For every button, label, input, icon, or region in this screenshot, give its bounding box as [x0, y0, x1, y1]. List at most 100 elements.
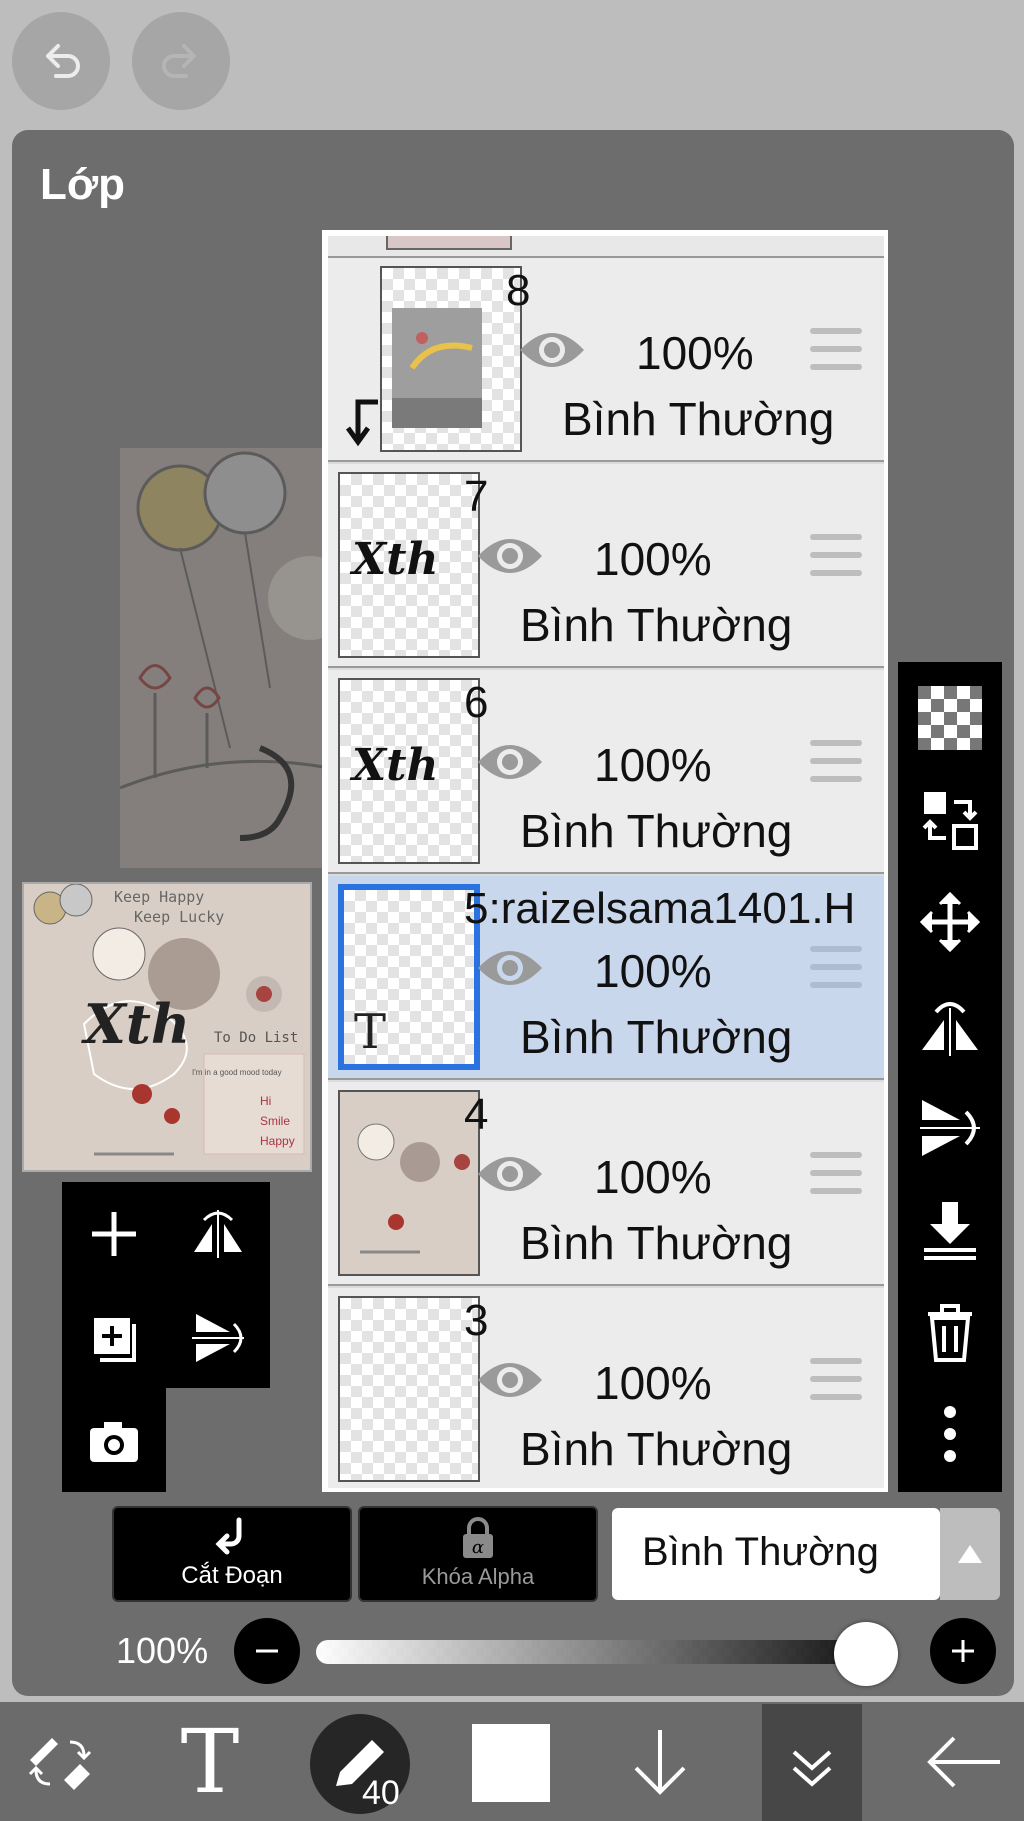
canvas-preview: [120, 448, 330, 868]
clip-arrow-icon: [215, 1517, 242, 1555]
visibility-eye-icon[interactable]: [474, 1152, 546, 1196]
layer-row[interactable]: 4 100% Bình Thường: [328, 1082, 884, 1286]
svg-text:α: α: [472, 1537, 484, 1558]
checkerboard-icon: [918, 686, 982, 750]
layer-blend-mode: Bình Thường: [520, 1423, 793, 1475]
layer-thumbnail[interactable]: [338, 1296, 480, 1482]
merge-down-icon: [924, 1202, 976, 1260]
color-swatch-button[interactable]: [472, 1724, 550, 1802]
flip-vertical-button[interactable]: [176, 1296, 260, 1380]
move-arrows-icon: [919, 891, 981, 953]
delete-layer-button[interactable]: [916, 1298, 984, 1366]
swap-layers-button[interactable]: [916, 786, 984, 854]
drag-handle-icon[interactable]: [810, 328, 862, 370]
layer-blend-mode: Bình Thường: [520, 599, 793, 651]
layer-thumbnail[interactable]: Xth: [338, 472, 480, 658]
blend-mode-select[interactable]: Bình Thường: [612, 1508, 940, 1600]
text-tool-button[interactable]: T: [150, 1702, 270, 1821]
right-toolbar: [898, 662, 1002, 1492]
visibility-eye-icon[interactable]: [474, 946, 546, 990]
flip-vertical-icon: [192, 1314, 244, 1362]
visibility-eye-icon[interactable]: [474, 534, 546, 578]
more-options-button[interactable]: [916, 1400, 984, 1468]
layer-thumbnail[interactable]: T: [338, 884, 480, 1070]
flip-horizontal-right-button[interactable]: [916, 992, 984, 1060]
flip-horizontal-button[interactable]: [176, 1192, 260, 1276]
layer-opacity: 100%: [594, 1357, 712, 1409]
layer-opacity: 100%: [594, 1151, 712, 1203]
layers-button-active[interactable]: [762, 1704, 862, 1821]
arrow-left-icon: [927, 1736, 1000, 1787]
layer-row[interactable]: 3 100% Bình Thường: [328, 1288, 884, 1488]
thumb-item-2: Smile: [260, 1114, 291, 1128]
blend-mode-dropdown-button[interactable]: [940, 1508, 1000, 1600]
redo-arrow-icon: [162, 44, 196, 78]
layer-thumbnail[interactable]: [338, 1090, 480, 1276]
thumb-text-keep-happy: Keep Happy: [114, 888, 205, 906]
flip-horizontal-icon: [194, 1210, 242, 1258]
triangle-up-icon: [958, 1545, 982, 1563]
text-tool-icon: T: [181, 1720, 240, 1804]
back-button[interactable]: [904, 1702, 1024, 1821]
plus-icon: [952, 1640, 974, 1662]
plus-icon: [92, 1212, 136, 1256]
thumb-text-mood: I'm in a good mood today: [192, 1068, 282, 1077]
alpha-lock-button[interactable]: α Khóa Alpha: [358, 1506, 598, 1602]
drag-handle-icon[interactable]: [810, 740, 862, 782]
flip-vertical-icon: [920, 1100, 980, 1156]
thumb-item-3: Happy: [260, 1134, 295, 1148]
redo-button[interactable]: [132, 12, 230, 110]
arrow-down-icon: [634, 1729, 686, 1795]
flip-vertical-right-button[interactable]: [916, 1094, 984, 1162]
layer-name: 6: [464, 678, 489, 727]
opacity-slider-knob[interactable]: [834, 1622, 898, 1686]
transparency-button[interactable]: [916, 684, 984, 752]
add-layer-button[interactable]: [72, 1192, 156, 1276]
opacity-slider[interactable]: [316, 1640, 886, 1664]
canvas-thumbnail[interactable]: Keep Happy Keep Lucky Xth To Do List I'm…: [22, 882, 312, 1172]
clipping-button[interactable]: Cắt Đoạn: [112, 1506, 352, 1602]
copy-layer-button[interactable]: [72, 1296, 156, 1380]
thumb-text-keep-lucky: Keep Lucky: [134, 908, 225, 926]
flip-horizontal-icon: [922, 1002, 978, 1056]
move-button[interactable]: [916, 888, 984, 956]
layer-row[interactable]: Xth 6 100% Bình Thường: [328, 670, 884, 874]
thumb-text-todo: To Do List: [214, 1030, 299, 1046]
layer-blend-mode: Bình Thường: [562, 393, 835, 445]
brush-eraser-toggle-button[interactable]: [0, 1702, 120, 1821]
layer-thumbnail[interactable]: [380, 266, 522, 452]
layer-row[interactable]: Xth 7 100% Bình Thường: [328, 464, 884, 668]
layer-opacity: 100%: [636, 327, 754, 379]
visibility-eye-icon[interactable]: [516, 328, 588, 372]
brush-eraser-swap-icon: [28, 1737, 92, 1790]
layer-list-scroll[interactable]: 8 100% Bình Thường Xth 7 100% Bình Thường Xth 6 1…: [328, 236, 884, 1488]
clipping-arrow-icon: [344, 398, 380, 448]
drag-handle-icon[interactable]: [810, 1152, 862, 1194]
layer-name: 7: [464, 472, 489, 521]
camera-button[interactable]: [72, 1400, 156, 1484]
undo-arrow-icon: [46, 44, 80, 78]
drag-handle-icon[interactable]: [810, 946, 862, 988]
thumb-signature: Xth: [84, 992, 191, 1056]
layer-list[interactable]: 8 100% Bình Thường Xth 7 100% Bình Thường Xth 6 1…: [322, 230, 888, 1492]
layer-blend-mode: Bình Thường: [520, 805, 793, 857]
opacity-increase-button[interactable]: [930, 1618, 996, 1684]
layer-name: 5:raizelsama1401.H: [464, 884, 856, 933]
layer-thumbnail[interactable]: Xth: [338, 678, 480, 864]
layer-blend-mode: Bình Thường: [520, 1217, 793, 1269]
drag-handle-icon[interactable]: [810, 1358, 862, 1400]
svg-text:Xth: Xth: [349, 534, 438, 585]
opacity-label: 100%: [116, 1630, 209, 1671]
drag-handle-icon[interactable]: [810, 534, 862, 576]
visibility-eye-icon[interactable]: [474, 740, 546, 784]
undo-button[interactable]: [12, 12, 110, 110]
opacity-decrease-button[interactable]: [234, 1618, 300, 1684]
visibility-eye-icon[interactable]: [474, 1358, 546, 1402]
layer-row[interactable]: 8 100% Bình Thường: [328, 258, 884, 462]
merge-down-button[interactable]: [916, 1196, 984, 1264]
double-chevron-down-icon: [792, 1750, 832, 1787]
layer-thumb-partial: [386, 236, 512, 250]
layer-row[interactable]: T 5:raizelsama1401.H 100% Bình Thường: [328, 876, 884, 1080]
lock-alpha-icon: α: [463, 1517, 493, 1558]
move-layer-down-button[interactable]: [600, 1702, 720, 1821]
